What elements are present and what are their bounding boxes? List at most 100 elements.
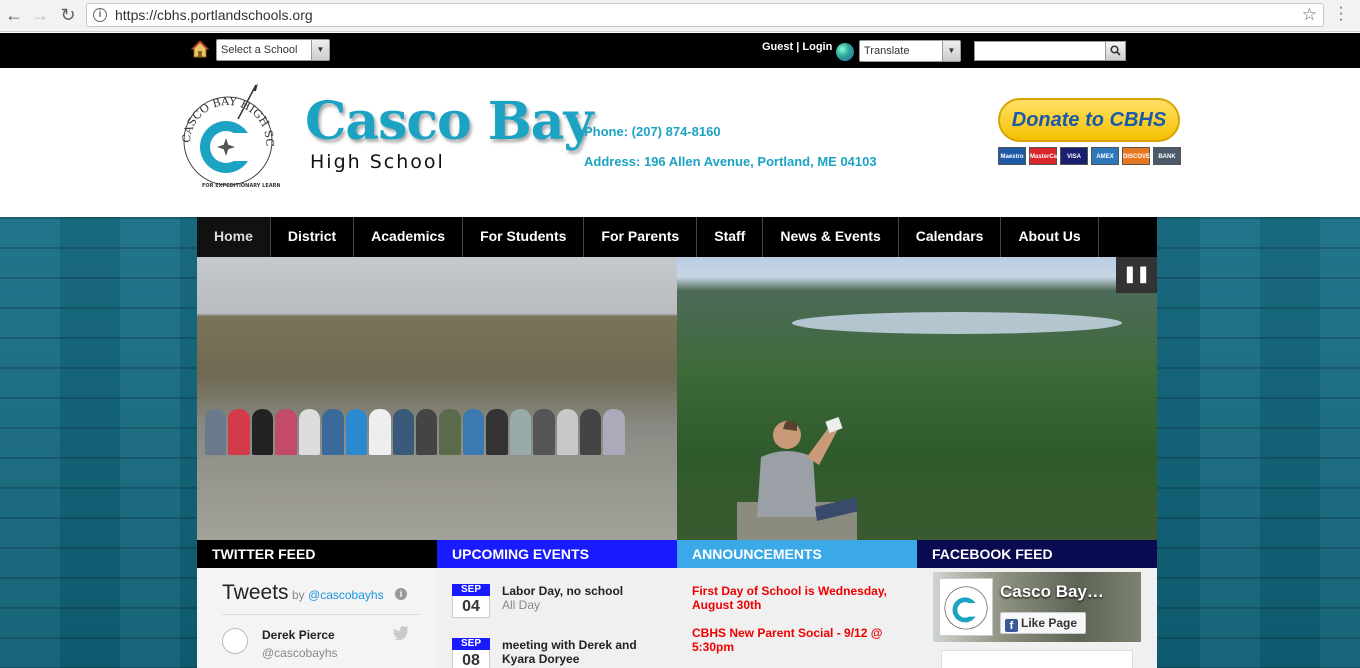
hiker-silhouette (298, 409, 321, 455)
nav-item-calendars[interactable]: Calendars (899, 217, 1002, 257)
avatar[interactable] (222, 628, 248, 654)
hiker-silhouette (369, 409, 391, 455)
event-item[interactable]: SEP 08 meeting with Derek and Kyara Doryee (452, 638, 667, 668)
nav-item-about-us[interactable]: About Us (1001, 217, 1099, 257)
chevron-down-icon: ▼ (942, 41, 960, 61)
hiker-silhouette (322, 409, 344, 455)
nav-item-for-parents[interactable]: For Parents (584, 217, 698, 257)
facebook-feed-column: FACEBOOK FEED Casco Bay… f Like Page (917, 540, 1157, 668)
guest-login: Guest | Login (762, 41, 832, 53)
tweet-author-name[interactable]: Derek Pierce (262, 628, 335, 642)
like-page-label: Like Page (1021, 616, 1078, 630)
bookmark-star-icon[interactable]: ☆ (1302, 5, 1317, 25)
tweets-handle-link[interactable]: @cascobayhs (308, 588, 384, 602)
phone-number: Phone: (207) 874-8160 (584, 124, 721, 139)
event-date-badge: SEP 08 (452, 638, 490, 668)
announcements-heading: ANNOUNCEMENTS (677, 540, 917, 568)
nav-item-for-students[interactable]: For Students (463, 217, 585, 257)
tweets-widget: Tweets by @cascobayhs i Derek Pierce @ca… (197, 568, 437, 668)
svg-text:FOR EXPEDITIONARY LEARNING: FOR EXPEDITIONARY LEARNING (202, 183, 280, 189)
browser-menu-icon[interactable]: · · · (1336, 0, 1346, 28)
login-link[interactable]: Login (802, 41, 832, 53)
payment-card-icon: AMEX (1091, 147, 1119, 165)
separator: | (796, 41, 800, 53)
search-icon (1110, 45, 1121, 56)
hiker-silhouette (556, 409, 578, 455)
pause-button[interactable]: ❚❚ (1116, 257, 1157, 293)
payment-card-icon: Maestro (998, 147, 1026, 165)
hiker-silhouette (486, 409, 508, 455)
facebook-feed-body: Casco Bay… f Like Page (917, 568, 1157, 668)
hiker-silhouette (228, 409, 250, 455)
hiker-silhouette (345, 409, 368, 455)
event-item[interactable]: SEP 04 Labor Day, no school All Day (452, 584, 667, 628)
tweets-by-label: by (292, 588, 305, 602)
slide-photo-hikers-group (197, 257, 677, 540)
event-title[interactable]: Labor Day, no school (502, 584, 662, 598)
hiker-silhouette (509, 409, 532, 455)
hiker-silhouette (205, 409, 227, 455)
tweet-author-handle[interactable]: @cascobayhs (262, 646, 338, 660)
school-address: Address: 196 Allen Avenue, Portland, ME … (584, 154, 877, 169)
nav-item-staff[interactable]: Staff (697, 217, 764, 257)
school-name[interactable]: Casco Bay (305, 91, 594, 152)
hiker-silhouette (603, 409, 625, 455)
home-icon[interactable] (191, 40, 209, 58)
globe-icon (836, 43, 854, 61)
facebook-post-preview (941, 650, 1133, 668)
facebook-icon: f (1005, 619, 1018, 632)
chevron-down-icon: ▼ (311, 40, 329, 60)
slide-photo-lake-view (677, 257, 1157, 540)
search-button[interactable] (1105, 41, 1126, 61)
announcements-body: First Day of School is Wednesday, August… (677, 568, 917, 668)
tweets-title[interactable]: Tweets (222, 581, 289, 605)
address-bar[interactable]: i https://cbhs.portlandschools.org ☆ (86, 3, 1324, 27)
announcements-column: ANNOUNCEMENTS First Day of School is Wed… (677, 540, 917, 668)
facebook-page-card[interactable]: Casco Bay… f Like Page (933, 572, 1141, 642)
browser-toolbar: ← → ↻ i https://cbhs.portlandschools.org… (0, 0, 1360, 32)
announcement-link[interactable]: First Day of School is Wednesday, August… (692, 584, 907, 612)
info-icon[interactable]: i (93, 8, 107, 22)
like-page-button[interactable]: f Like Page (1000, 612, 1086, 634)
event-title[interactable]: meeting with Derek and Kyara Doryee (502, 638, 662, 666)
nav-item-home[interactable]: Home (197, 217, 271, 257)
upcoming-events-column: UPCOMING EVENTS SEP 04 Labor Day, no schoo… (437, 540, 677, 668)
facebook-page-name[interactable]: Casco Bay… (1000, 582, 1104, 602)
forward-button[interactable]: → (28, 4, 52, 26)
donate-button[interactable]: Donate to CBHS (998, 98, 1180, 142)
back-button[interactable]: ← (2, 4, 26, 26)
reload-button[interactable]: ↻ (56, 4, 80, 26)
hiker-silhouette (251, 409, 274, 455)
main-navigation: Home District Academics For Students For Par… (197, 217, 1157, 257)
facebook-feed-heading: FACEBOOK FEED (917, 540, 1157, 568)
school-seal-logo (939, 578, 993, 636)
nav-item-district[interactable]: District (271, 217, 355, 257)
twitter-feed-heading: TWITTER FEED (197, 540, 437, 568)
upcoming-events-heading: UPCOMING EVENTS (437, 540, 677, 568)
twitter-bird-icon[interactable] (393, 626, 409, 640)
twitter-feed-column: TWITTER FEED Tweets by @cascobayhs i Der… (197, 540, 437, 668)
event-date-badge: SEP 04 (452, 584, 490, 618)
school-seal-logo[interactable]: CASCO BAY HIGH SCHOOL FOR EXPEDITIONARY … (178, 83, 280, 197)
search-input[interactable] (974, 41, 1106, 61)
translate-dropdown[interactable]: Translate ▼ (859, 40, 961, 62)
divider (222, 614, 420, 615)
upcoming-events-body: SEP 04 Labor Day, no school All Day SEP 08 mee… (437, 568, 677, 668)
payment-card-icon: MasterCard (1029, 147, 1063, 165)
translate-label: Translate (864, 45, 910, 57)
nav-item-news-events[interactable]: News & Events (763, 217, 899, 257)
url-text[interactable]: https://cbhs.portlandschools.org (115, 7, 313, 23)
payment-card-icon: DISCOVER (1122, 147, 1154, 165)
hiker-silhouette (533, 409, 555, 455)
payment-cards: Maestro MasterCard VISA AMEX DISCOVER BANK (998, 147, 1181, 165)
hiker-silhouette (415, 409, 438, 455)
site-header: CASCO BAY HIGH SCHOOL FOR EXPEDITIONARY … (0, 68, 1360, 217)
info-icon[interactable]: i (395, 588, 407, 600)
school-subtitle: High School (310, 151, 445, 173)
nav-item-academics[interactable]: Academics (354, 217, 464, 257)
lake (792, 312, 1122, 334)
payment-card-icon: VISA (1060, 147, 1088, 165)
select-school-dropdown[interactable]: Select a School ▼ (216, 39, 330, 61)
announcement-link[interactable]: CBHS New Parent Social - 9/12 @ 5:30pm (692, 626, 907, 654)
event-month: SEP (452, 584, 490, 596)
